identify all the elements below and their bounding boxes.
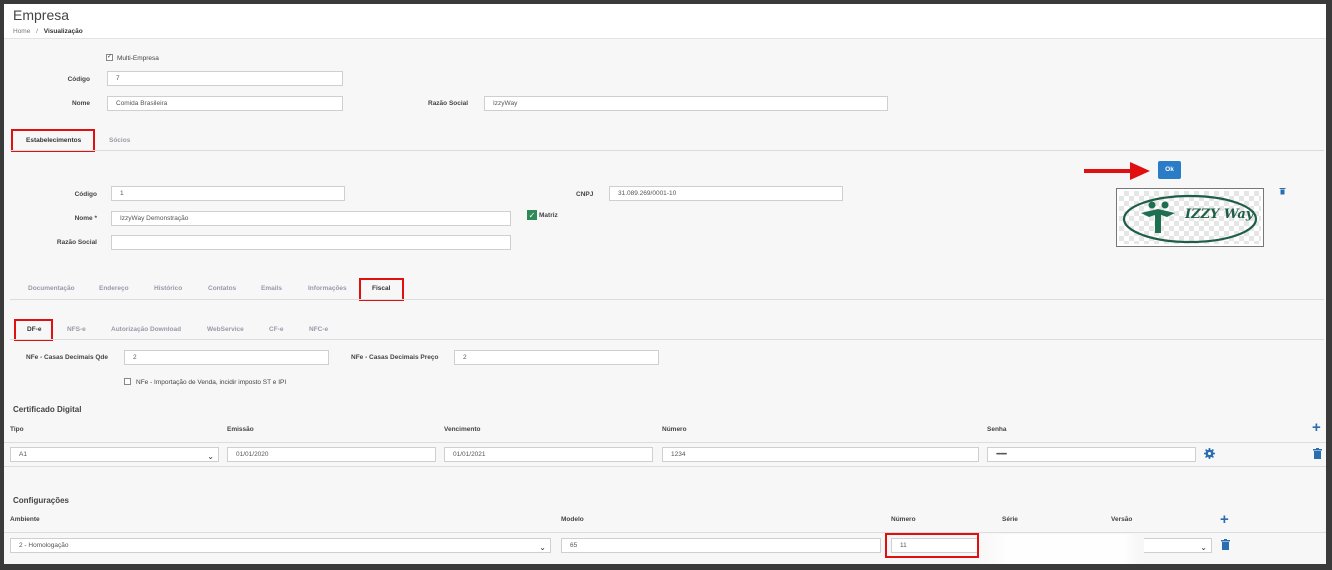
- tab-autorizacao-download[interactable]: Autorização Download: [111, 326, 181, 333]
- certificado-title: Certificado Digital: [13, 405, 82, 414]
- tab-nfce[interactable]: NFC-e: [309, 326, 328, 333]
- highlight-fiscal: [359, 278, 404, 301]
- page-header: Empresa Home / Visualização: [4, 4, 1326, 39]
- app-frame: Empresa Home / Visualização ✓ Multi-Empr…: [4, 4, 1326, 564]
- tab-socios[interactable]: Sócios: [109, 137, 130, 144]
- cert-senha-input[interactable]: ••••••••: [987, 447, 1196, 462]
- nome-label: Nome: [71, 100, 90, 107]
- cert-tipo-value: A1: [19, 451, 27, 458]
- col-emissao: Emissão: [227, 426, 254, 433]
- tab-endereco[interactable]: Endereço: [99, 285, 129, 292]
- ambiente-value: 2 - Homologação: [19, 542, 69, 549]
- ok-button[interactable]: Ok: [1158, 161, 1181, 179]
- cert-emissao-input[interactable]: 01/01/2020: [227, 447, 436, 462]
- tab-nfse[interactable]: NFS-e: [67, 326, 86, 333]
- matriz-checkbox[interactable]: ✓: [527, 210, 537, 220]
- breadcrumb: Home / Visualização: [13, 28, 83, 35]
- col-senha: Senha: [987, 426, 1007, 433]
- casas-qtde-input[interactable]: 2: [124, 350, 329, 365]
- col-tipo: Tipo: [10, 426, 24, 433]
- col-vencimento: Vencimento: [444, 426, 481, 433]
- delete-certificado-icon[interactable]: [1313, 448, 1322, 459]
- casas-preco-input[interactable]: 2: [454, 350, 659, 365]
- breadcrumb-current: Visualização: [43, 28, 83, 35]
- tab-emails[interactable]: Emails: [261, 285, 282, 292]
- company-logo: IZZY Way: [1116, 188, 1264, 247]
- col-numero: Número: [662, 426, 687, 433]
- page-title: Empresa: [13, 7, 70, 23]
- col-ambiente: Ambiente: [10, 516, 40, 523]
- multi-empresa-label: Multi-Empresa: [117, 55, 159, 62]
- chevron-down-icon: ⌄: [539, 543, 546, 552]
- estab-codigo-input[interactable]: 1: [111, 186, 345, 201]
- certificado-row-divider: [4, 466, 1326, 467]
- tab-historico[interactable]: Histórico: [154, 285, 182, 292]
- highlight-estabelecimentos: [11, 129, 95, 152]
- delete-logo-icon[interactable]: [1279, 187, 1286, 195]
- multi-empresa-checkbox[interactable]: ✓: [106, 54, 113, 61]
- estab-nome-label: Nome *: [74, 215, 97, 222]
- empresa-razao-social-input[interactable]: IzzyWay: [484, 96, 888, 111]
- estab-codigo-label: Código: [74, 191, 97, 198]
- estab-razao-input[interactable]: [111, 235, 511, 250]
- cnpj-input[interactable]: 31.089.269/0001-10: [609, 186, 843, 201]
- col-modelo: Modelo: [561, 516, 584, 523]
- configuracoes-header-divider: [4, 532, 1326, 533]
- empresa-codigo-input[interactable]: 7: [107, 71, 343, 86]
- cnpj-label: CNPJ: [576, 191, 594, 198]
- add-certificado-icon[interactable]: +: [1312, 420, 1321, 435]
- add-configuracao-icon[interactable]: +: [1220, 512, 1229, 527]
- logo-text: IZZY Way: [1185, 207, 1254, 222]
- tab-informacoes[interactable]: Informações: [308, 285, 347, 292]
- codigo-label: Código: [67, 76, 90, 83]
- estab-razao-label: Razão Social: [56, 239, 97, 246]
- cert-numero-input[interactable]: 1234: [662, 447, 979, 462]
- col-serie: Série: [1002, 516, 1018, 523]
- razao-social-label: Razão Social: [428, 100, 469, 107]
- empresa-nome-input[interactable]: Comida Brasileira: [107, 96, 343, 111]
- breadcrumb-home[interactable]: Home: [13, 28, 30, 35]
- highlight-dfe: [14, 319, 53, 341]
- casas-preco-label: NFe - Casas Decimais Preço: [351, 354, 439, 361]
- ambiente-select[interactable]: 2 - Homologação ⌄: [10, 538, 551, 553]
- main-tabs-divider: [10, 150, 1324, 151]
- red-arrow-icon: [1084, 162, 1150, 180]
- chevron-down-icon: ⌄: [1200, 543, 1207, 552]
- importacao-checkbox[interactable]: [124, 378, 131, 385]
- tab-cfe[interactable]: CF-e: [269, 326, 283, 333]
- configuracoes-title: Configurações: [13, 496, 70, 505]
- modelo-input[interactable]: 65: [561, 538, 881, 553]
- obscured-region: [979, 534, 1139, 564]
- chevron-down-icon: ⌄: [207, 452, 214, 461]
- tab-webservice[interactable]: WebService: [207, 326, 244, 333]
- cert-tipo-select[interactable]: A1 ⌄: [10, 447, 219, 462]
- certificado-header-divider: [4, 442, 1326, 443]
- breadcrumb-separator: /: [36, 28, 38, 35]
- importacao-label: NFe - Importação de Venda, incidir impos…: [136, 379, 287, 386]
- versao-select[interactable]: ⌄: [1144, 538, 1212, 553]
- estab-nome-input[interactable]: IzzyWay Demonstração: [111, 211, 511, 226]
- gear-icon[interactable]: [1204, 448, 1215, 459]
- col-config-numero: Número: [891, 516, 916, 523]
- tab-contatos[interactable]: Contatos: [208, 285, 236, 292]
- col-versao: Versão: [1111, 516, 1133, 523]
- sub-tabs-divider: [10, 299, 1324, 300]
- delete-configuracao-icon[interactable]: [1221, 539, 1230, 550]
- highlight-config-numero: [885, 533, 979, 558]
- cert-vencimento-input[interactable]: 01/01/2021: [444, 447, 653, 462]
- tab-documentacao[interactable]: Documentação: [28, 285, 75, 292]
- fiscal-tabs-divider: [10, 339, 1324, 340]
- casas-qtde-label: NFe - Casas Decimais Qde: [26, 354, 109, 361]
- matriz-label: Matriz: [539, 212, 558, 219]
